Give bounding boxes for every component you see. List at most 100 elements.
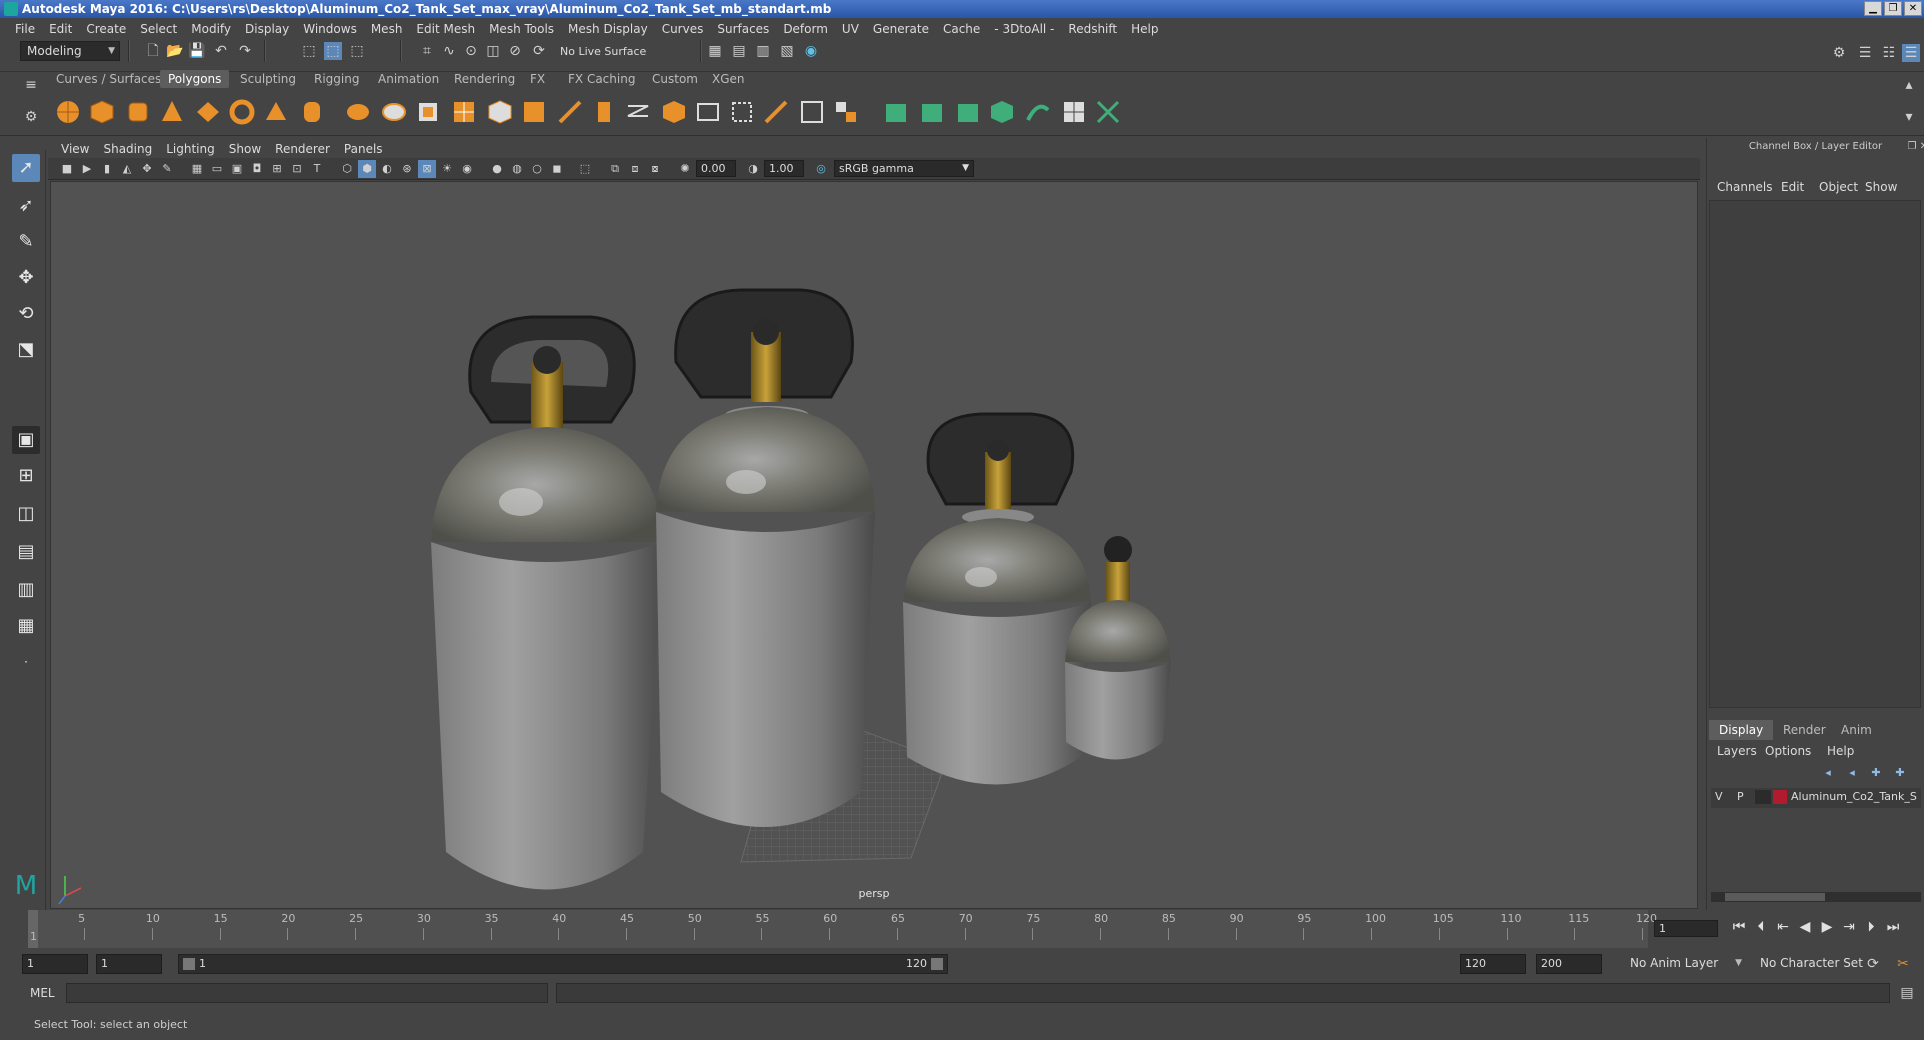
target-weld-icon[interactable] [694,98,722,126]
minimize-button[interactable]: ▁ [1864,1,1882,16]
camera-icon[interactable]: ■ [58,160,76,178]
bookmark-icon[interactable]: ▮ [98,160,116,178]
shelf-tab-sculpting[interactable]: Sculpting [232,70,304,88]
menu-edit-mesh[interactable]: Edit Mesh [409,22,482,36]
current-frame-field[interactable]: 1 [1654,920,1718,937]
script-editor-icon[interactable]: ▤ [1898,984,1916,1002]
menu-mesh-display[interactable]: Mesh Display [561,22,655,36]
playback-start-field[interactable]: 1 [96,954,162,974]
redo-icon[interactable]: ↷ [236,42,254,60]
poly-plane-icon[interactable] [194,98,222,126]
restore-button[interactable]: ❐ [1884,1,1902,16]
shelf-settings-icon[interactable]: ⚙ [22,108,40,126]
extrude-icon[interactable] [486,98,514,126]
poly-torus-icon[interactable] [228,98,256,126]
move-layer-up-icon[interactable]: ◂ [1819,764,1837,782]
bevel-icon[interactable] [556,98,584,126]
move-tool-icon[interactable]: ✥ [12,264,40,292]
xray-icon[interactable]: ⧉ [606,160,624,178]
shelf-tab-fx-caching[interactable]: FX Caching [560,70,643,88]
auto-key-icon[interactable]: ⟳ [1864,955,1882,973]
layer-menu-options[interactable]: Options [1765,744,1811,758]
gamma-icon[interactable]: ◑ [744,160,762,178]
motion-blur-icon[interactable]: ◍ [508,160,526,178]
step-forward-key-icon[interactable]: ⇥ [1840,918,1858,936]
exposure-icon[interactable]: ✺ [676,160,694,178]
lasso-tool-icon[interactable]: ➶ [12,192,40,220]
poly-cube-icon[interactable] [88,98,116,126]
range-end-handle[interactable] [931,958,943,970]
menu-surfaces[interactable]: Surfaces [710,22,776,36]
select-hierarchy-icon[interactable]: ⬚ [300,42,318,60]
smooth-icon[interactable] [450,98,478,126]
scale-tool-icon[interactable]: ⬔ [12,336,40,364]
gamma-field[interactable]: 1.00 [764,160,804,177]
anim-layer-dropdown[interactable]: No Anim Layer ▼ [1624,954,1746,974]
panel-menu-panels[interactable]: Panels [337,142,390,156]
channel-box-toggle-icon[interactable]: ☰ [1902,44,1920,62]
make-live-icon[interactable]: ⊘ [506,42,524,60]
perspective-viewport[interactable]: persp [50,181,1698,909]
menu-help[interactable]: Help [1124,22,1165,36]
more-layouts-icon[interactable]: ⋅ [12,648,40,676]
multi-cut-icon[interactable] [660,98,688,126]
menu-windows[interactable]: Windows [296,22,364,36]
poly-pipe-icon[interactable] [298,98,326,126]
menu-3dtoall[interactable]: - 3DtoAll - [987,22,1061,36]
shelf-tab-fx[interactable]: FX [522,70,553,88]
layer-visibility-toggle[interactable]: V [1715,790,1723,803]
connect-icon[interactable] [728,98,756,126]
new-layer-from-selected-icon[interactable]: ✚ [1891,764,1909,782]
menu-curves[interactable]: Curves [655,22,711,36]
layer-color-swatch[interactable] [1773,790,1787,804]
snap-grid-icon[interactable]: ⌗ [418,42,436,60]
bridge-icon[interactable] [520,98,548,126]
two-view-layout-icon[interactable]: ◫ [12,500,40,528]
exposure-field[interactable]: 0.00 [696,160,736,177]
cb-menu-channels[interactable]: Channels [1717,180,1773,194]
menu-mesh-tools[interactable]: Mesh Tools [482,22,561,36]
open-scene-icon[interactable]: 📂 [166,42,184,60]
grease-pencil-icon[interactable]: ✎ [158,160,176,178]
close-button[interactable]: ✕ [1904,1,1922,16]
image-plane-icon[interactable]: ◭ [118,160,136,178]
time-slider-track[interactable] [28,910,1648,948]
mirror-icon[interactable] [762,98,790,126]
extract-icon[interactable] [414,98,442,126]
color-space-dropdown[interactable]: sRGB gamma ▼ [834,160,974,177]
play-forwards-icon[interactable]: ▶ [1818,918,1836,936]
menu-modify[interactable]: Modify [184,22,238,36]
layer-type-toggle[interactable] [1755,790,1771,804]
layer-playback-toggle[interactable]: P [1737,790,1744,803]
new-layer-icon[interactable]: ✚ [1867,764,1885,782]
separate-icon[interactable] [380,98,408,126]
step-back-key-icon[interactable]: ⇤ [1774,918,1792,936]
append-polygon-icon[interactable] [590,98,618,126]
character-set-dropdown[interactable]: No Character Set [1754,954,1872,974]
menu-generate[interactable]: Generate [866,22,936,36]
cb-menu-edit[interactable]: Edit [1781,180,1804,194]
insert-edge-loop-icon[interactable] [624,98,652,126]
use-default-material-icon[interactable]: ◐ [378,160,396,178]
layer-menu-layers[interactable]: Layers [1717,744,1757,758]
quad-draw-icon[interactable] [798,98,826,126]
render-settings-icon[interactable]: ▥ [754,42,772,60]
menu-create[interactable]: Create [79,22,133,36]
uv-planar-icon[interactable] [882,98,910,126]
paint-select-tool-icon[interactable]: ✎ [12,228,40,256]
panel-menu-renderer[interactable]: Renderer [268,142,337,156]
co2-tank-tall[interactable] [656,288,875,827]
new-scene-icon[interactable]: 🗋 [144,42,162,60]
poly-sphere-icon[interactable] [54,98,82,126]
script-language-label[interactable]: MEL [30,986,55,1000]
render-frame-icon[interactable]: ▦ [706,42,724,60]
layer-tab-render[interactable]: Render [1773,720,1836,740]
snap-toggle-icon[interactable]: ⟳ [530,42,548,60]
animation-end-field[interactable]: 200 [1536,954,1602,974]
shelf-scroll-up-icon[interactable]: ▴ [1900,76,1918,94]
graph-layout-icon[interactable]: ▥ [12,576,40,604]
rotate-tool-icon[interactable]: ⟲ [12,300,40,328]
panel-menu-shading[interactable]: Shading [96,142,159,156]
menu-file[interactable]: File [8,22,42,36]
move-layer-down-icon[interactable]: ◂ [1843,764,1861,782]
